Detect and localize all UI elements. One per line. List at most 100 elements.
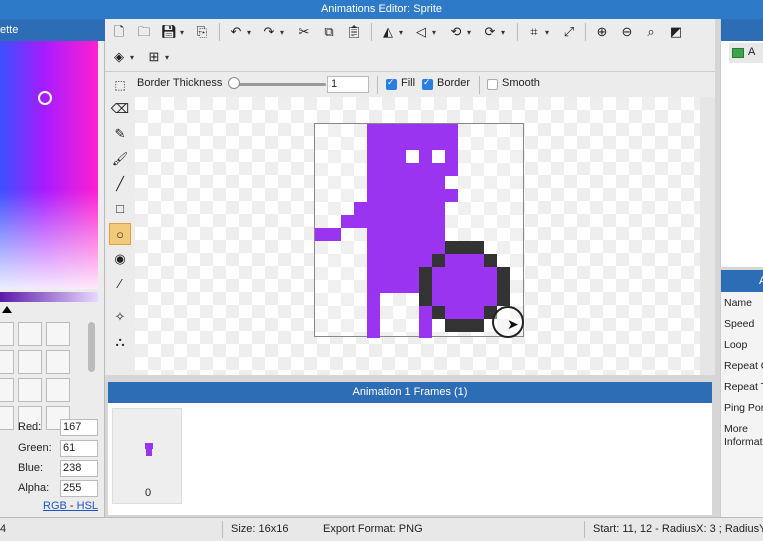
frames-panel-header: Animation 1 Frames (1): [108, 382, 712, 403]
border-label: Border: [437, 77, 471, 89]
line-tool-icon[interactable]: ╱: [109, 173, 131, 195]
palette-title: ette: [0, 19, 105, 41]
select-region-icon[interactable]: ⬚: [111, 76, 129, 94]
prop-name-label: Name: [724, 297, 753, 309]
swatch[interactable]: [0, 378, 14, 402]
drawing-canvas-area[interactable]: ➤: [135, 97, 700, 375]
sprite-canvas[interactable]: ➤: [314, 123, 524, 338]
color-mode-links: RGB - HSL: [43, 500, 98, 512]
properties-panel: A Name Speed Loop Repeat C Repeat T Ping…: [720, 270, 763, 517]
rotate-left-dropdown-icon[interactable]: ▾: [467, 28, 471, 37]
undo-icon[interactable]: ↶: [227, 23, 245, 41]
fill-checkbox[interactable]: [386, 77, 397, 90]
paste-icon[interactable]: 📋︎: [345, 23, 363, 41]
border-thickness-label: Border Thickness: [137, 77, 223, 89]
ellipse-outline: [445, 241, 484, 254]
ellipse-outline: [419, 267, 432, 306]
border-thickness-slider[interactable]: [228, 77, 240, 89]
rotate-right-dropdown-icon[interactable]: ▾: [501, 28, 505, 37]
flip-vertical-icon[interactable]: ◁: [412, 23, 430, 41]
redo-dropdown-icon[interactable]: ▾: [280, 28, 284, 37]
green-input[interactable]: 61: [60, 440, 98, 457]
smooth-label: Smooth: [502, 77, 540, 89]
blue-input[interactable]: 238: [60, 460, 98, 477]
eyedropper-tool-icon[interactable]: ⁄: [109, 273, 131, 295]
alpha-input[interactable]: 255: [60, 480, 98, 497]
smooth-checkbox[interactable]: [487, 79, 498, 90]
canvas-scrollbar[interactable]: [700, 97, 715, 375]
frame-thumbnail[interactable]: 0: [112, 408, 182, 504]
status-size: Size: 16x16: [231, 523, 289, 535]
rotate-right-icon[interactable]: ⟳: [481, 23, 499, 41]
grid-icon[interactable]: ⊞: [145, 48, 163, 66]
flip-horizontal-dropdown-icon[interactable]: ▾: [399, 28, 403, 37]
swatch[interactable]: [0, 406, 14, 430]
swatch[interactable]: [18, 322, 42, 346]
ellipse-fill: [432, 267, 497, 306]
layers-dropdown-icon[interactable]: ▾: [130, 53, 134, 62]
swatch-scrollbar[interactable]: [88, 322, 95, 372]
alpha-label: Alpha:: [18, 482, 50, 494]
border-checkbox[interactable]: [422, 77, 433, 90]
main-toolbar: 🗋 🗀 💾︎ ▾ ⎘ ↶ ▾ ↷ ▾ ✂ ⧉ 📋︎ ◭ ▾ ◁ ▾ ⟲ ▾ ⟳ …: [105, 19, 715, 71]
crop-dropdown-icon[interactable]: ▾: [545, 28, 549, 37]
blue-row: Blue: 238: [18, 460, 100, 478]
layers-panel: A: [720, 19, 763, 267]
window-title: Animations Editor: Sprite: [0, 0, 763, 19]
cut-icon[interactable]: ✂: [295, 23, 313, 41]
swatch[interactable]: [46, 350, 70, 374]
frames-panel: 0: [108, 403, 712, 515]
red-row: Red: 167: [18, 419, 100, 437]
color-spectrum[interactable]: [0, 41, 98, 289]
transform-tool-icon[interactable]: ⛬: [109, 331, 131, 353]
swatch[interactable]: [0, 322, 14, 346]
layers-icon[interactable]: ◈: [110, 48, 128, 66]
hue-slider[interactable]: [0, 292, 98, 302]
swatch[interactable]: [18, 350, 42, 374]
redo-icon[interactable]: ↷: [260, 23, 278, 41]
ellipse-tool-icon[interactable]: ○: [109, 223, 131, 245]
rectangle-tool-icon[interactable]: □: [109, 198, 131, 220]
status-export-format: Export Format: PNG: [323, 523, 423, 535]
save-dropdown-icon[interactable]: ▾: [180, 28, 184, 37]
zoom-fit-icon[interactable]: ⌕: [642, 23, 660, 41]
hsl-mode-link[interactable]: HSL: [77, 500, 98, 512]
new-file-icon[interactable]: 🗋: [110, 23, 128, 41]
background-toggle-icon[interactable]: ◩: [667, 23, 685, 41]
flip-vertical-dropdown-icon[interactable]: ▾: [432, 28, 436, 37]
frame-preview: [146, 449, 152, 456]
swatch[interactable]: [18, 378, 42, 402]
crop-icon[interactable]: ⌗: [525, 23, 543, 41]
pencil-tool-icon[interactable]: ✎: [109, 123, 131, 145]
prop-speed-label: Speed: [724, 318, 755, 330]
red-input[interactable]: 167: [60, 419, 98, 436]
export-icon[interactable]: ⎘: [193, 23, 211, 41]
grid-dropdown-icon[interactable]: ▾: [165, 53, 169, 62]
undo-dropdown-icon[interactable]: ▾: [247, 28, 251, 37]
spectrum-cursor[interactable]: [38, 91, 52, 105]
flip-horizontal-icon[interactable]: ◭: [379, 23, 397, 41]
sprite-hand: [315, 228, 341, 241]
hue-pointer-icon[interactable]: [2, 306, 12, 313]
resize-icon[interactable]: ⤢: [560, 23, 578, 41]
open-folder-icon[interactable]: 🗀: [135, 23, 153, 41]
move-tool-icon[interactable]: ✧: [109, 306, 131, 328]
brush-tool-icon[interactable]: 🖌︎: [109, 148, 131, 170]
swatch[interactable]: [46, 378, 70, 402]
save-icon[interactable]: 💾︎: [160, 23, 178, 41]
copy-icon[interactable]: ⧉: [320, 23, 338, 41]
border-thickness-track[interactable]: [230, 83, 326, 86]
rgb-mode-link[interactable]: RGB: [43, 500, 67, 512]
eraser-tool-icon[interactable]: ⌫: [109, 98, 131, 120]
frame-number: 0: [144, 487, 152, 499]
border-thickness-input[interactable]: 1: [327, 76, 369, 93]
zoom-in-icon[interactable]: ⊕: [593, 23, 611, 41]
green-row: Green: 61: [18, 440, 100, 458]
status-left: 4: [0, 523, 7, 535]
fill-bucket-tool-icon[interactable]: ◉: [109, 248, 131, 270]
layer-label: A: [748, 46, 756, 58]
swatch[interactable]: [46, 322, 70, 346]
swatch[interactable]: [0, 350, 14, 374]
zoom-out-icon[interactable]: ⊖: [618, 23, 636, 41]
rotate-left-icon[interactable]: ⟲: [447, 23, 465, 41]
